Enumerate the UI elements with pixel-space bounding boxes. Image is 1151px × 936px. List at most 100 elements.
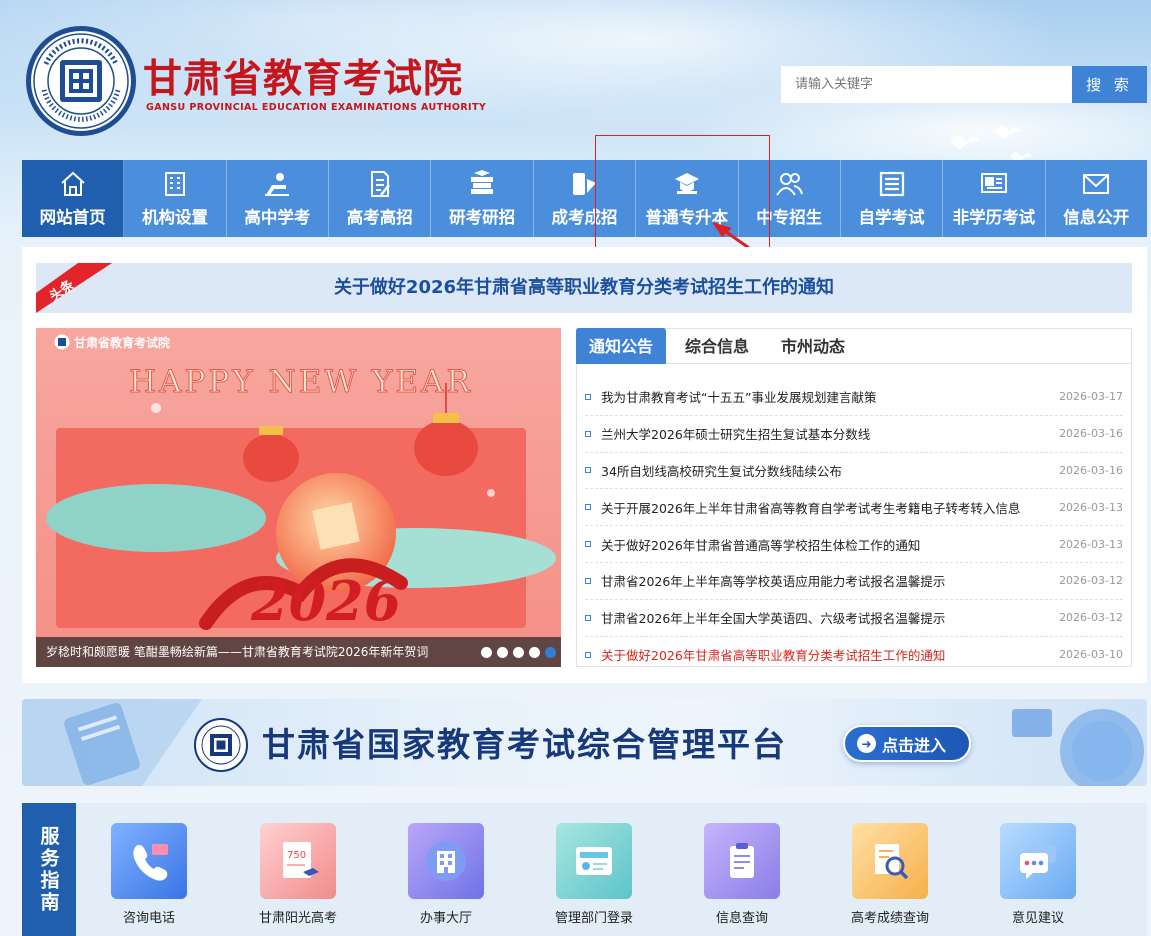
nav-item-organization[interactable]: 机构设置 [124, 160, 227, 237]
nav-item-info-disclosure[interactable]: 信息公开 [1045, 160, 1147, 237]
nav-item-graduate-exam[interactable]: 研考研招 [431, 160, 534, 237]
bullet-icon [585, 393, 591, 400]
home-icon [60, 171, 85, 196]
list-icon [879, 171, 904, 197]
news-title[interactable]: 关于开展2026年上半年甘肃省高等教育自学考试考生考籍电子转考转入信息 [601, 498, 1051, 517]
student-desk-icon [265, 173, 290, 196]
bullet-icon [585, 651, 591, 658]
carousel-dot[interactable] [529, 647, 540, 658]
carousel-brand: 甘肃省教育考试院 [74, 336, 171, 350]
news-item[interactable]: 兰州大学2026年硕士研究生招生复试基本分数线 2026-03-16 [585, 416, 1123, 453]
tab-city-news[interactable]: 市州动态 [781, 328, 845, 364]
site-title: 甘肃省教育考试院 [143, 57, 464, 102]
service-label: 咨询电话 [122, 911, 175, 926]
news-item-highlighted[interactable]: 关于做好2026年甘肃省高等职业教育分类考试招生工作的通知 2026-03-10 [585, 637, 1123, 674]
search-button[interactable]: 搜 索 [1072, 66, 1147, 103]
carousel-dot[interactable] [497, 647, 508, 658]
bullet-icon [585, 430, 591, 437]
service-item-info-query[interactable]: 信息查询 [682, 823, 802, 926]
news-title[interactable]: 兰州大学2026年硕士研究生招生复试基本分数线 [601, 424, 1051, 443]
nav-item-self-study-exam[interactable]: 自学考试 [840, 160, 944, 237]
score-paper-icon: 750 [260, 823, 336, 899]
nav-label: 网站首页 [39, 208, 106, 227]
service-item-phone[interactable]: 咨询电话 [89, 823, 209, 926]
nav-label: 研考研招 [449, 208, 516, 227]
news-title[interactable]: 关于做好2026年甘肃省高等职业教育分类考试招生工作的通知 [601, 645, 1051, 664]
clipboard-icon [704, 823, 780, 899]
nav-item-high-school-exam[interactable]: 高中学考 [226, 160, 330, 237]
bullet-icon [585, 614, 591, 621]
service-label: 甘肃阳光高考 [258, 911, 337, 926]
service-label: 高考成绩查询 [850, 911, 929, 926]
news-date: 2026-03-16 [1059, 427, 1123, 441]
news-date: 2026-03-12 [1059, 574, 1123, 588]
news-item[interactable]: 关于做好2026年甘肃省普通高等学校招生体检工作的通知 2026-03-13 [585, 526, 1123, 563]
news-item[interactable]: 我为甘肃教育考试“十五五”事业发展规划建言献策 2026-03-17 [585, 379, 1123, 416]
news-date: 2026-03-13 [1059, 537, 1123, 551]
service-item-service-hall[interactable]: 办事大厅 [386, 823, 506, 926]
carousel-dot-active[interactable] [545, 647, 556, 658]
service-item-feedback[interactable]: 意见建议 [978, 823, 1098, 926]
news-date: 2026-03-10 [1059, 648, 1123, 662]
carousel-dots [481, 647, 556, 658]
users-icon [776, 173, 804, 196]
news-title[interactable]: 关于做好2026年甘肃省普通高等学校招生体检工作的通知 [601, 535, 1051, 554]
svg-text:750: 750 [287, 850, 306, 861]
svg-text:2026: 2026 [250, 569, 401, 633]
search-input[interactable] [781, 66, 1072, 103]
office-building-icon [408, 823, 484, 899]
news-title[interactable]: 甘肃省2026年上半年高等学校英语应用能力考试报名温馨提示 [601, 571, 1051, 590]
enter-platform-button[interactable]: ➜ 点击进入 [843, 725, 971, 762]
brand-seal-icon [54, 334, 70, 350]
chat-bubble-icon [1000, 823, 1076, 899]
news-tabs: 通知公告 综合信息 市州动态 [576, 328, 1132, 364]
headline-link[interactable]: 关于做好2026年甘肃省高等职业教育分类考试招生工作的通知 [36, 263, 1132, 313]
tab-notices[interactable]: 通知公告 [576, 328, 667, 364]
nav-item-gaokao[interactable]: 高考高招 [329, 160, 432, 237]
main-nav: 网站首页 机构设置 高中学考 高考高招 研考研招 成考成招 普通专升本 中专招生… [22, 160, 1147, 237]
service-guide-title: 服务指南 [22, 803, 76, 936]
news-date: 2026-03-17 [1059, 390, 1123, 404]
news-title[interactable]: 34所自划线高校研究生复试分数线陆续公布 [601, 461, 1051, 480]
service-item-admin-login[interactable]: 管理部门登录 [534, 823, 654, 926]
books-icon [471, 170, 494, 194]
nav-label: 非学历考试 [952, 208, 1036, 227]
news-item[interactable]: 甘肃省2026年上半年全国大学英语四、六级考试报名温馨提示 2026-03-12 [585, 600, 1123, 637]
tab-general-info[interactable]: 综合信息 [685, 328, 749, 364]
news-title[interactable]: 我为甘肃教育考试“十五五”事业发展规划建言献策 [601, 387, 1051, 406]
carousel-headline: HAPPY NEW YEAR [129, 364, 473, 401]
service-item-score-query[interactable]: 高考成绩查询 [830, 823, 950, 926]
nav-label: 高中学考 [244, 208, 311, 227]
nav-item-home[interactable]: 网站首页 [22, 160, 125, 237]
news-item[interactable]: 甘肃省2026年上半年高等学校英语应用能力考试报名温馨提示 2026-03-12 [585, 563, 1123, 600]
search-document-icon [852, 823, 928, 899]
news-title[interactable]: 甘肃省2026年上半年全国大学英语四、六级考试报名温馨提示 [601, 608, 1051, 627]
platform-title: 甘肃省国家教育考试综合管理平台 [262, 725, 787, 764]
bullet-icon [585, 541, 591, 548]
certificate-icon [980, 173, 1007, 193]
service-label: 意见建议 [1011, 911, 1064, 926]
phone-icon [111, 823, 187, 899]
nav-label: 机构设置 [142, 208, 209, 227]
platform-seal-icon [194, 718, 248, 772]
service-label: 管理部门登录 [554, 911, 633, 926]
news-item[interactable]: 关于开展2026年上半年甘肃省高等教育自学考试考生考籍电子转考转入信息 2026-… [585, 489, 1123, 527]
service-label: 信息查询 [715, 911, 768, 926]
service-label: 办事大厅 [419, 911, 472, 926]
enter-label: 点击进入 [882, 735, 947, 755]
bullet-icon [585, 504, 591, 511]
nav-label: 信息公开 [1063, 208, 1130, 227]
news-item[interactable]: 34所自划线高校研究生复试分数线陆续公布 2026-03-16 [585, 453, 1123, 490]
news-date: 2026-03-13 [1059, 500, 1123, 514]
news-date: 2026-03-12 [1059, 611, 1123, 625]
service-item-sunshine-gaokao[interactable]: 750 甘肃阳光高考 [238, 823, 358, 926]
nav-item-non-degree-exam[interactable]: 非学历考试 [943, 160, 1046, 237]
authority-seal-logo[interactable] [24, 24, 138, 138]
exam-paper-icon [370, 171, 390, 197]
news-date: 2026-03-16 [1059, 463, 1123, 477]
carousel-dot[interactable] [513, 647, 524, 658]
building-icon [165, 172, 186, 196]
nav-label: 高考高招 [346, 208, 413, 227]
carousel-dot[interactable] [481, 647, 492, 658]
carousel-slide[interactable]: 2026 甘肃省教育考试院 HAPPY NEW YEAR [36, 328, 561, 667]
